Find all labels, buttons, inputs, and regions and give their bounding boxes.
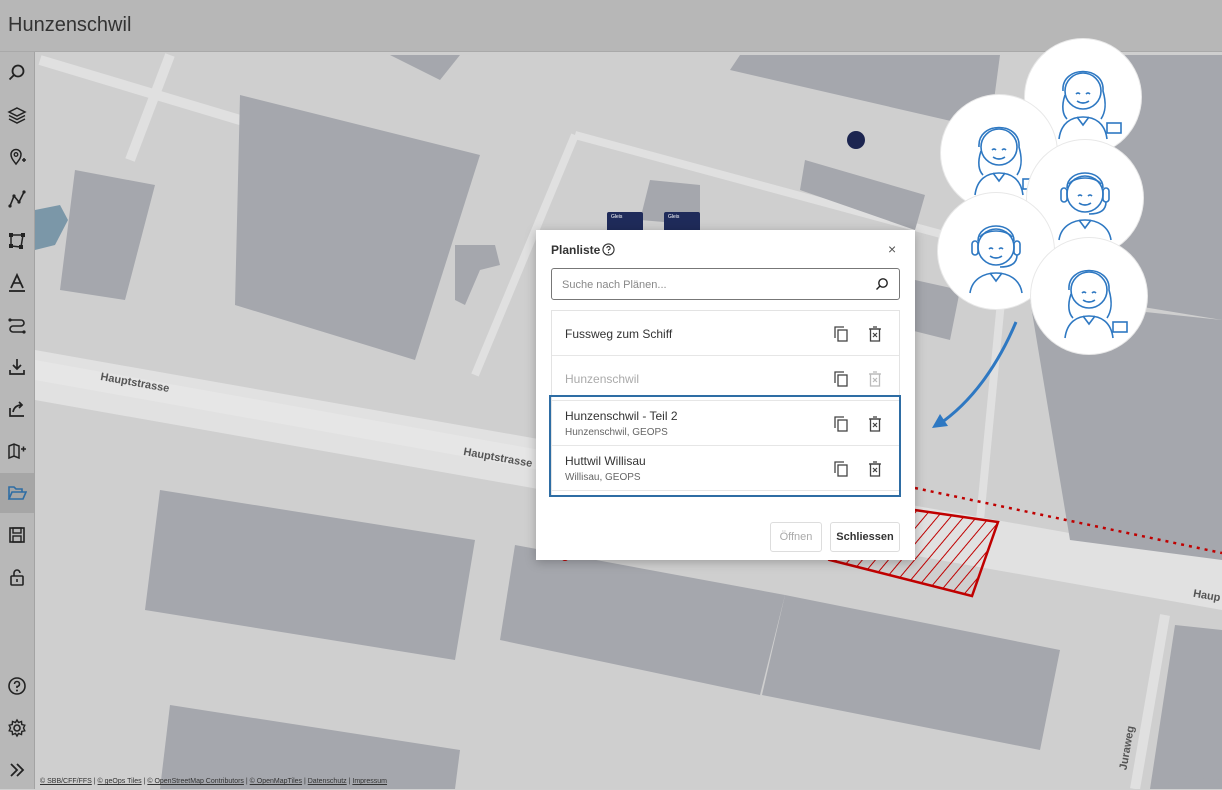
save-button[interactable] — [0, 515, 34, 555]
layers-icon — [7, 107, 27, 124]
add-map-button[interactable] — [0, 431, 34, 471]
map-attribution: © SBB/CFF/FFS | © geOps Tiles | © OpenSt… — [40, 778, 388, 785]
route-button[interactable] — [0, 305, 34, 345]
search-field[interactable] — [551, 268, 900, 300]
help-button[interactable] — [0, 666, 34, 706]
woman-avatar-icon — [1064, 269, 1128, 339]
imprint-link[interactable]: Impressum — [352, 778, 387, 785]
layers-button[interactable] — [0, 95, 34, 135]
dialog-title: Planliste — [551, 243, 601, 257]
trash-icon — [869, 371, 881, 387]
search-icon — [8, 64, 25, 81]
plan-name: Fussweg zum Schiff — [565, 327, 673, 341]
download-button[interactable] — [0, 347, 34, 387]
attribution-link[interactable]: © SBB/CFF/FFS — [40, 778, 92, 785]
download-icon — [9, 359, 25, 375]
share-icon — [9, 401, 24, 417]
search-button[interactable] — [0, 53, 34, 93]
attribution-link[interactable]: © OpenStreetMap Contributors — [147, 778, 244, 785]
list-item[interactable]: Fussweg zum Schiff — [552, 311, 899, 356]
add-point-button[interactable] — [0, 137, 34, 177]
privacy-link[interactable]: Datenschutz — [308, 778, 347, 785]
polyline-icon — [8, 190, 26, 208]
search-icon[interactable] — [875, 277, 889, 291]
open-button[interactable] — [0, 473, 34, 513]
open-plan-button[interactable]: Öffnen — [770, 522, 822, 552]
close-dialog-button[interactable]: Schliessen — [830, 522, 900, 552]
close-icon[interactable]: × — [888, 241, 896, 257]
help-icon — [8, 677, 26, 695]
map-pin-plus-icon — [10, 148, 26, 166]
copy-icon[interactable] — [834, 326, 848, 342]
polygon-icon — [9, 233, 25, 249]
double-chevron-right-icon — [10, 763, 25, 777]
route-icon — [8, 318, 26, 334]
text-icon — [9, 273, 25, 292]
attribution-link[interactable]: © geOps Tiles — [98, 778, 142, 785]
attribution-link[interactable]: © OpenMapTiles — [250, 778, 302, 785]
copy-icon[interactable] — [834, 371, 848, 387]
support-avatar — [1031, 238, 1147, 354]
map-plus-icon — [8, 443, 26, 460]
sidebar — [0, 52, 35, 789]
draw-line-button[interactable] — [0, 179, 34, 219]
search-input[interactable] — [560, 275, 864, 295]
folder-open-icon — [7, 486, 27, 500]
settings-button[interactable] — [0, 708, 34, 748]
page-title: Hunzenschwil — [8, 14, 132, 36]
share-button[interactable] — [0, 389, 34, 429]
text-button[interactable] — [0, 263, 34, 303]
location-marker[interactable] — [847, 131, 865, 149]
expand-button[interactable] — [0, 750, 34, 790]
trash-icon[interactable] — [868, 326, 882, 342]
help-icon[interactable] — [602, 243, 615, 256]
plan-name: Hunzenschwil — [565, 372, 640, 386]
selection-highlight — [549, 395, 901, 497]
gear-icon — [8, 718, 26, 738]
save-icon — [9, 527, 25, 543]
unlock-icon — [10, 569, 24, 586]
draw-polygon-button[interactable] — [0, 221, 34, 261]
lock-button[interactable] — [0, 557, 34, 597]
